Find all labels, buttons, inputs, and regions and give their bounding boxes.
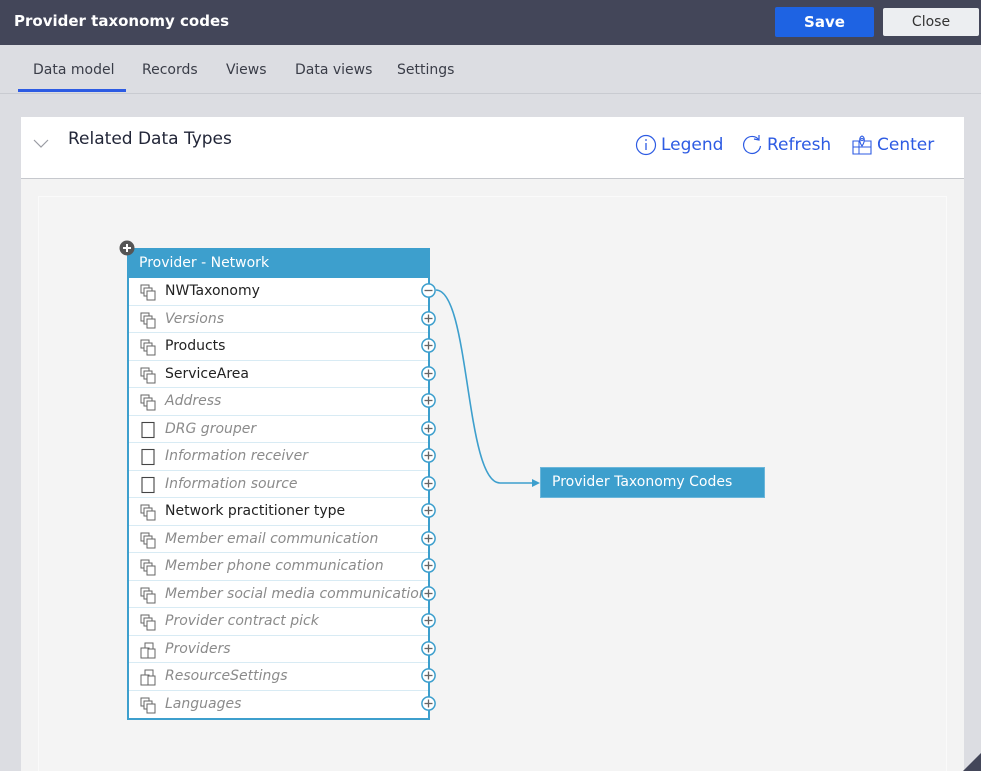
page-list-icon — [139, 283, 157, 301]
field-label: Member email communication — [165, 530, 379, 547]
field-label: ServiceArea — [165, 365, 249, 382]
page-list-icon — [139, 393, 157, 411]
field-row[interactable]: DRG grouper — [129, 416, 428, 443]
page-list-icon — [139, 503, 157, 521]
page-group-icon — [139, 668, 157, 686]
field-label: DRG grouper — [165, 420, 257, 437]
expand-icon[interactable] — [421, 310, 436, 326]
field-row[interactable]: Products — [129, 333, 428, 361]
field-row[interactable]: Information source — [129, 471, 428, 498]
field-label: Providers — [165, 640, 231, 657]
field-row[interactable]: ServiceArea — [129, 361, 428, 388]
collapse-icon[interactable] — [421, 283, 436, 298]
field-label: Provider contract pick — [165, 613, 319, 629]
expand-icon[interactable] — [421, 640, 436, 656]
expand-icon[interactable] — [421, 695, 436, 711]
node-title: Provider - Network — [129, 250, 428, 278]
field-row[interactable]: Providers — [129, 636, 428, 663]
field-label: ResourceSettings — [165, 668, 288, 684]
expand-icon[interactable] — [421, 613, 436, 628]
field-label: Member phone communication — [165, 558, 384, 574]
data-type-node-provider-taxonomy-codes[interactable]: Provider Taxonomy Codes — [540, 467, 765, 498]
field-label: Information receiver — [165, 448, 308, 464]
page-icon — [139, 448, 157, 466]
page-list-icon — [139, 366, 157, 384]
field-row[interactable]: Languages — [129, 691, 428, 719]
expand-icon[interactable] — [421, 475, 436, 491]
expand-icon[interactable] — [421, 338, 436, 353]
page-group-icon — [139, 641, 157, 659]
page-list-icon — [139, 338, 157, 356]
field-row[interactable]: Information receiver — [129, 443, 428, 471]
field-row[interactable]: Member phone communication — [129, 553, 428, 581]
field-row[interactable]: Address — [129, 388, 428, 416]
page-list-icon — [139, 586, 157, 604]
page-list-icon — [139, 696, 157, 714]
expand-icon[interactable] — [421, 558, 436, 573]
field-row[interactable]: NWTaxonomy — [129, 278, 428, 306]
field-label: Member social media communication — [165, 585, 428, 602]
expand-icon[interactable] — [421, 420, 436, 436]
page-list-icon — [139, 558, 157, 576]
page-list-icon — [139, 311, 157, 329]
page-icon — [139, 476, 157, 494]
expand-icon[interactable] — [421, 503, 436, 518]
field-label: NWTaxonomy — [165, 283, 260, 299]
field-label: Address — [165, 393, 222, 409]
field-row[interactable]: Member social media communication — [129, 581, 428, 608]
field-label: Languages — [165, 695, 242, 712]
field-label: Products — [165, 338, 226, 354]
field-label: Versions — [165, 310, 225, 327]
expand-icon[interactable] — [421, 448, 436, 463]
expand-icon[interactable] — [421, 393, 436, 408]
page-icon — [139, 421, 157, 439]
expand-icon[interactable] — [421, 585, 436, 601]
resize-handle-icon[interactable] — [963, 753, 981, 771]
field-row[interactable]: Member email communication — [129, 526, 428, 553]
expand-icon[interactable] — [421, 530, 436, 546]
data-type-node-provider-network[interactable]: Provider - Network NWTaxonomy Versions Pro… — [127, 248, 430, 720]
field-label: Network practitioner type — [165, 503, 346, 519]
add-node-icon[interactable] — [119, 240, 135, 256]
field-label: Information source — [165, 475, 298, 492]
field-row[interactable]: Network practitioner type — [129, 498, 428, 526]
field-row[interactable]: Versions — [129, 306, 428, 333]
field-row[interactable]: Provider contract pick — [129, 608, 428, 636]
page-list-icon — [139, 613, 157, 631]
expand-icon[interactable] — [421, 365, 436, 381]
field-row[interactable]: ResourceSettings — [129, 663, 428, 691]
page-list-icon — [139, 531, 157, 549]
expand-icon[interactable] — [421, 668, 436, 683]
